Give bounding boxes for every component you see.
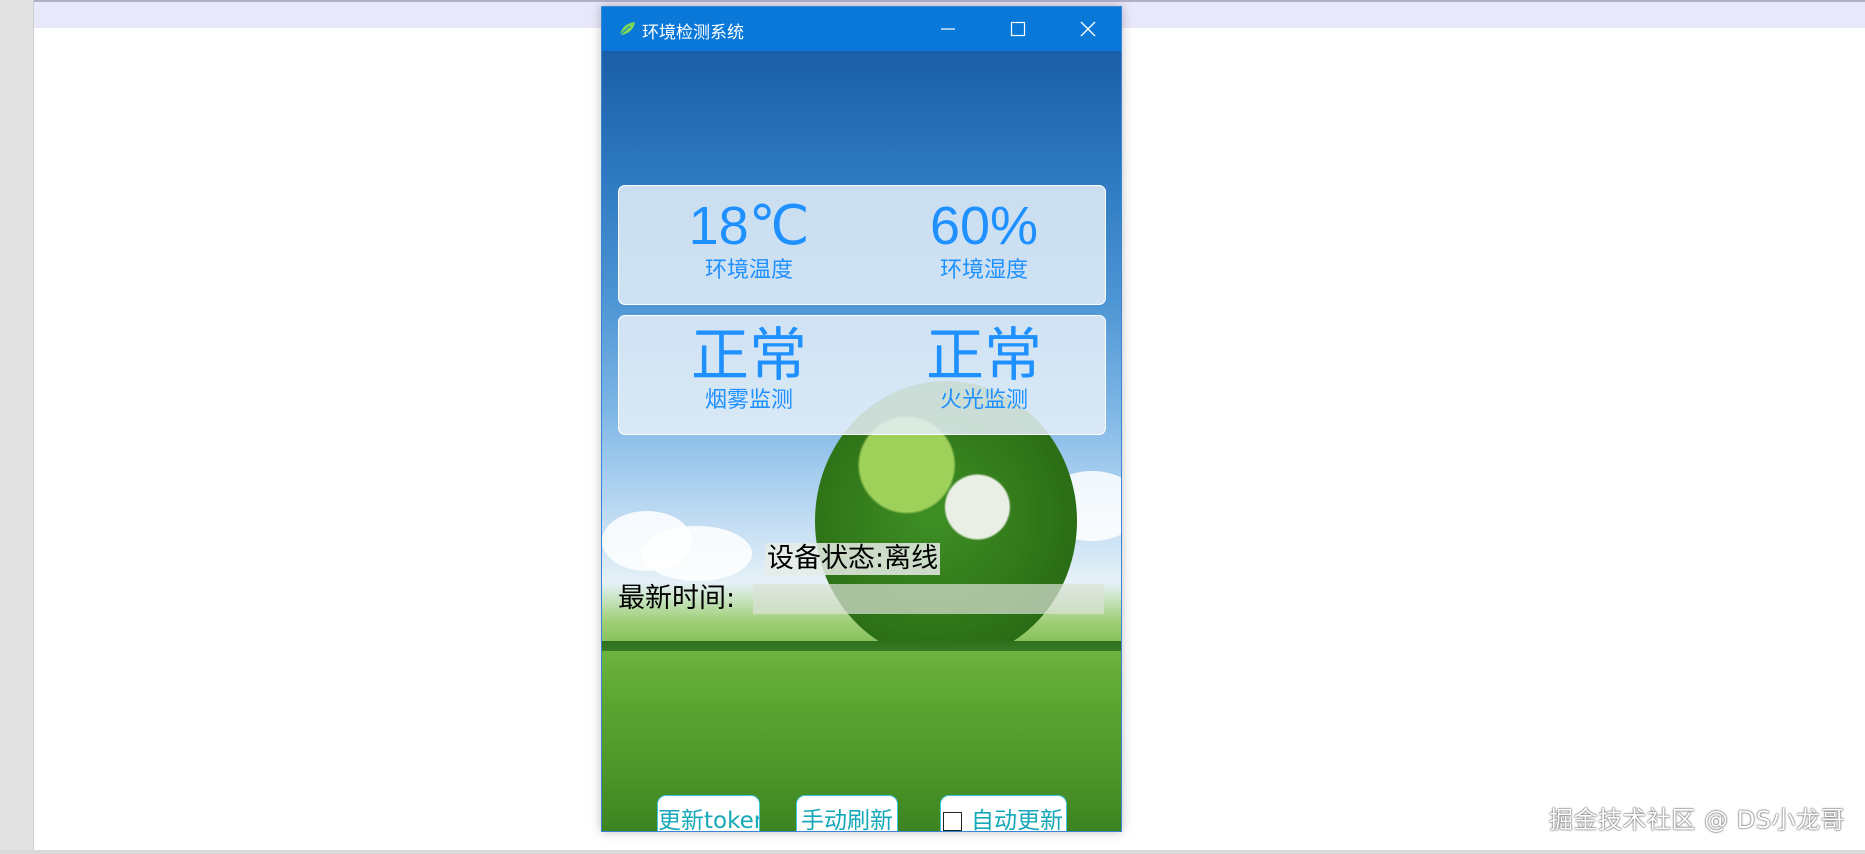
temperature-value: 18℃	[688, 196, 810, 256]
close-button[interactable]	[1053, 7, 1121, 51]
close-icon	[1080, 21, 1096, 37]
smoke-label: 烟雾监测	[704, 388, 793, 413]
left-gutter	[0, 0, 34, 854]
update-token-button[interactable]: 更新token	[657, 795, 760, 831]
temperature-label: 环境温度	[704, 258, 793, 283]
humidity-value: 60%	[929, 196, 1039, 256]
smoke-metric: 正常 烟雾监测	[649, 316, 849, 414]
climate-panel: 18℃ 环境温度 60% 环境湿度	[618, 185, 1106, 305]
latest-time-row: 最新时间:	[618, 584, 1104, 614]
safety-panel: 正常 烟雾监测 正常 火光监测	[618, 315, 1106, 435]
temperature-metric: 18℃ 环境温度	[649, 186, 849, 284]
main-content: 18℃ 环境温度 60% 环境湿度 正常 烟雾监测 正常 火光监测 设备状态:离…	[602, 51, 1121, 832]
smoke-value: 正常	[690, 321, 807, 389]
latest-time-label: 最新时间:	[618, 583, 736, 614]
minimize-button[interactable]	[913, 7, 983, 51]
auto-update-checkbox[interactable]	[943, 812, 962, 831]
auto-update-toggle[interactable]: 自动更新	[940, 795, 1067, 832]
window-title: 环境检测系统	[642, 23, 744, 43]
background-cloud	[642, 526, 752, 581]
minimize-icon	[941, 28, 955, 30]
leaf-icon	[619, 22, 635, 36]
humidity-metric: 60% 环境湿度	[884, 186, 1084, 284]
manual-refresh-button[interactable]: 手动刷新	[796, 795, 898, 831]
humidity-label: 环境湿度	[939, 258, 1028, 283]
maximize-icon	[1010, 21, 1026, 37]
fire-value: 正常	[925, 321, 1042, 389]
auto-update-label: 自动更新	[971, 808, 1063, 832]
maximize-button[interactable]	[983, 7, 1053, 51]
background-bottom-line	[0, 850, 1865, 854]
watermark: 掘金技术社区 @ DS小龙哥	[1549, 806, 1845, 834]
fire-label: 火光监测	[939, 388, 1028, 413]
title-bar[interactable]: 环境检测系统	[602, 7, 1121, 51]
app-window: 环境检测系统 18℃ 环境温度 60% 环境湿度 正常 烟雾监测 正常 火光监测…	[601, 6, 1122, 832]
device-status: 设备状态:离线	[765, 543, 941, 575]
fire-metric: 正常 火光监测	[884, 316, 1084, 414]
